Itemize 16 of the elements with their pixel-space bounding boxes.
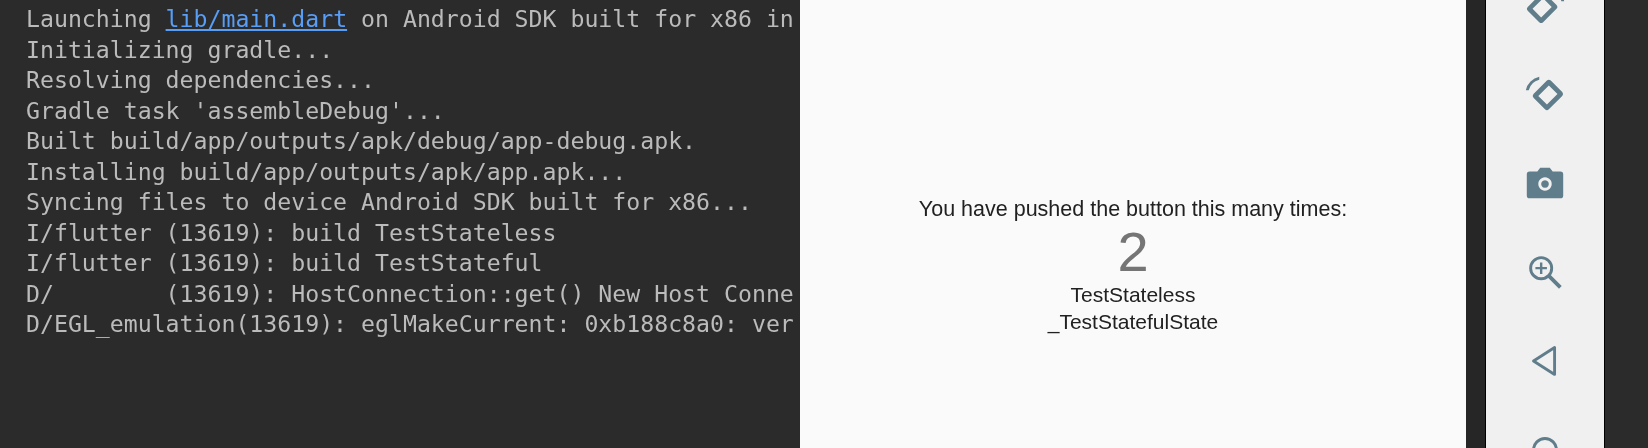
counter-text: 2	[1117, 223, 1149, 281]
widget-label: TestStateless	[1070, 282, 1196, 308]
console-line: Installing build/app/outputs/apk/app.apk...	[26, 156, 628, 187]
console-line: D/EGL_emulation(13619): eglMakeCurrent: 0xb188c8a0: ver	[26, 309, 795, 340]
console-line: I/flutter (13619): build TestStateful	[26, 248, 544, 278]
console-line: Gradle task 'assembleDebug'...	[26, 95, 446, 126]
console-line: Syncing files to device Android SDK built for x86...	[26, 187, 753, 217]
console-line: Launching lib/main.dart on Android SDK built for x86 in	[26, 4, 795, 34]
console-line: Resolving dependencies...	[26, 65, 376, 95]
file-link[interactable]: lib/main.dart	[165, 5, 348, 32]
widget-label: _TestStatefulState	[1047, 309, 1219, 335]
console-line: D/ (13619): HostConnection::get() New Host Conne	[26, 278, 795, 309]
console-line: I/flutter (13619): build TestStateless	[26, 217, 558, 248]
message-text: You have pushed the button this many times:	[918, 196, 1348, 223]
console-line: Initializing gradle...	[26, 34, 335, 65]
console-line: Built build/app/outputs/apk/debug/app-debug.apk.	[26, 126, 698, 156]
